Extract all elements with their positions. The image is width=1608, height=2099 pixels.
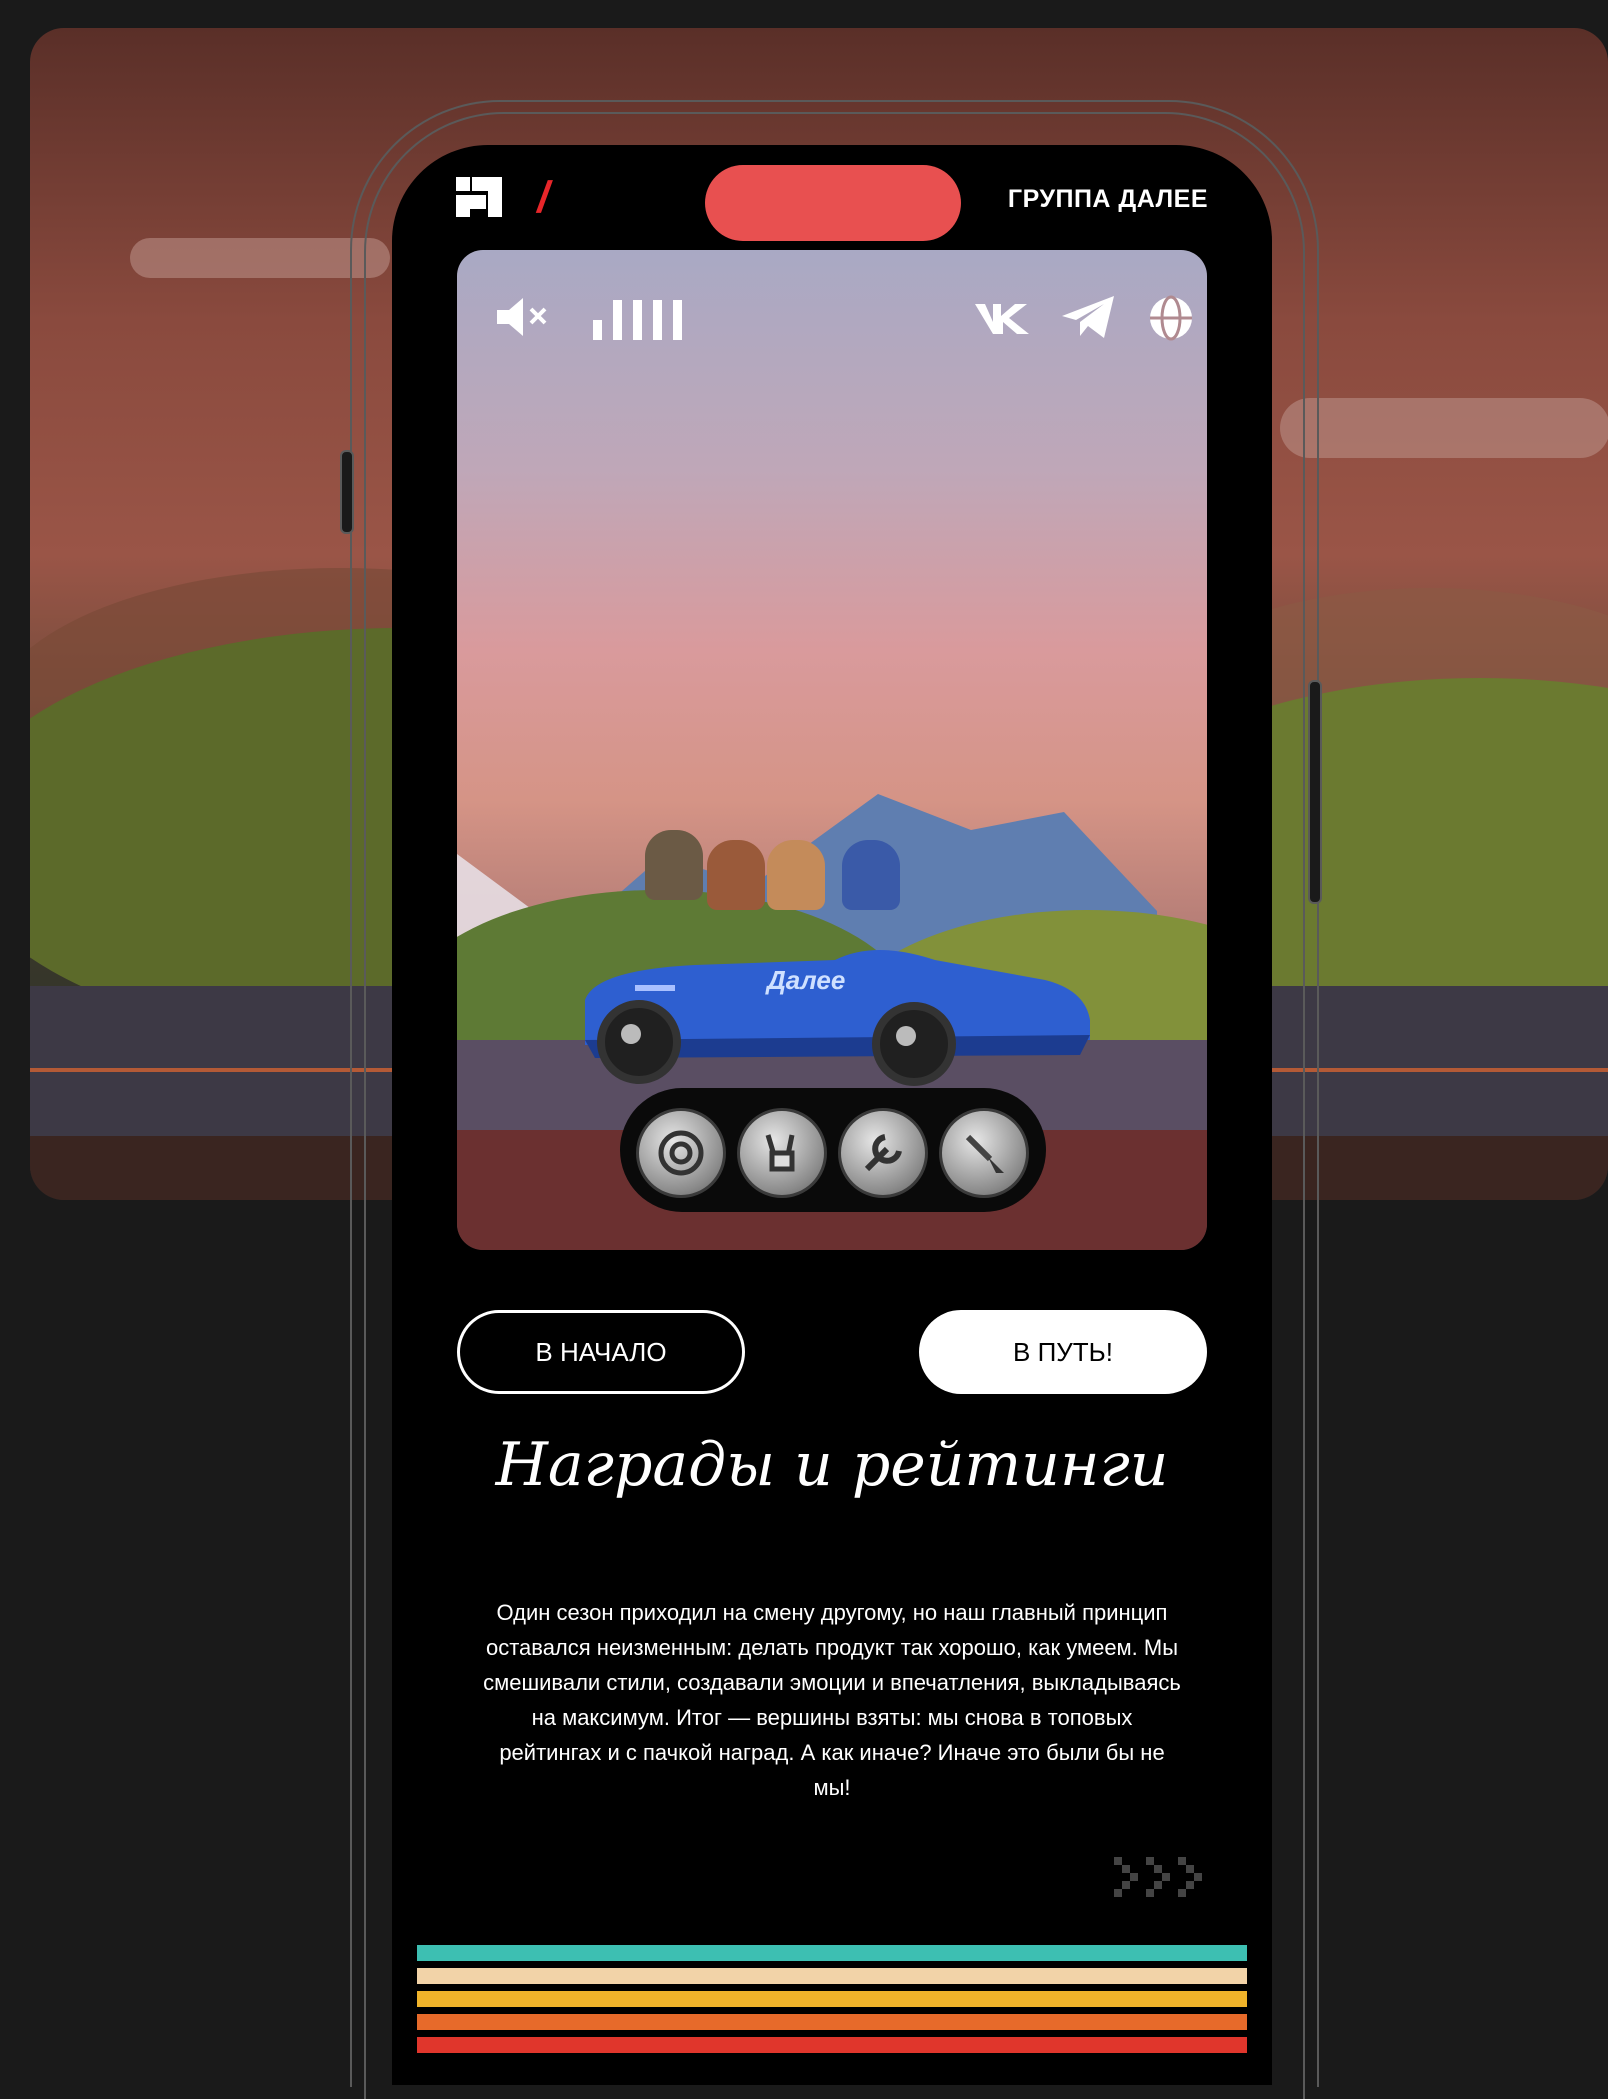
stripe	[417, 2014, 1247, 2030]
wrench-icon[interactable]	[838, 1108, 928, 1198]
phone-side-button	[1308, 680, 1322, 904]
mute-icon[interactable]	[493, 292, 553, 342]
brand-link[interactable]: ГРУППА ДАЛЕЕ	[1008, 185, 1208, 214]
next-arrows-icon[interactable]	[1114, 1857, 1210, 1903]
phone-screen: / ГРУППА ДАЛЕЕ Далее В НАЧАЛО В ПУТЬ! На…	[392, 145, 1272, 2085]
rock-hand-icon[interactable]	[737, 1108, 827, 1198]
character	[645, 830, 703, 900]
section-title: Награды и рейтинги	[495, 1430, 1169, 1500]
magwai-logo-icon[interactable]	[456, 177, 502, 217]
character	[767, 840, 825, 910]
globe-icon[interactable]	[1147, 294, 1195, 342]
telegram-icon[interactable]	[1060, 294, 1116, 340]
brush-icon[interactable]	[939, 1108, 1029, 1198]
car-label: Далее	[767, 965, 846, 995]
go-button[interactable]: В ПУТЬ!	[919, 1310, 1207, 1394]
character	[707, 840, 765, 910]
stripe	[417, 2037, 1247, 2053]
car-wheel	[597, 1000, 681, 1084]
section-body: Один сезон приходил на смену другому, но…	[483, 1600, 1181, 1800]
character	[842, 840, 900, 910]
start-button[interactable]: В НАЧАЛО	[457, 1310, 745, 1394]
stripe	[417, 1945, 1247, 1961]
badge-strip	[620, 1088, 1046, 1212]
car-wheel	[872, 1002, 956, 1086]
color-stripes	[417, 1945, 1247, 2060]
dynamic-island	[705, 165, 961, 241]
target-icon[interactable]	[636, 1108, 726, 1198]
hero-illustration: Далее	[457, 250, 1207, 1250]
slash-mark: /	[533, 173, 555, 222]
phone-side-button	[340, 450, 354, 534]
stripe	[417, 1991, 1247, 2007]
vk-icon[interactable]	[973, 298, 1031, 338]
volume-bars-icon[interactable]	[591, 292, 691, 342]
stripe	[417, 1968, 1247, 1984]
